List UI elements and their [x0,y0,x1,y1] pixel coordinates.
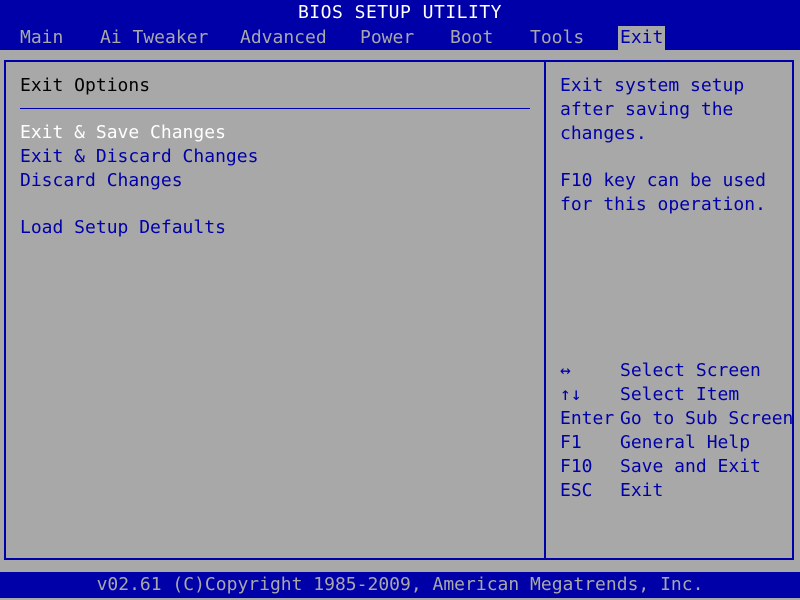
title-bar: BIOS SETUP UTILITY [0,0,800,26]
key-desc-select-screen: Select Screen [620,360,761,381]
key-desc-sub-screen: Go to Sub Screen [620,408,794,429]
key-desc-select-item: Select Item [620,384,740,405]
left-right-arrows-icon: ↔ [560,360,571,381]
tab-power[interactable]: Power [358,26,416,50]
panel-divider [544,60,546,560]
tab-advanced[interactable]: Advanced [238,26,329,50]
tab-tools[interactable]: Tools [528,26,586,50]
menu-item-exit-discard[interactable]: Exit & Discard Changes [20,145,258,169]
tab-boot[interactable]: Boot [448,26,495,50]
help-text: Exit system setup [560,75,745,96]
tab-bar: Main Ai Tweaker Advanced Power Boot Tool… [0,26,800,50]
key-esc: ESC [560,480,593,501]
key-desc-general-help: General Help [620,432,751,453]
up-down-arrows-icon: ↑↓ [560,384,582,405]
menu-item-discard-changes[interactable]: Discard Changes [20,169,183,193]
menu-item-load-defaults[interactable]: Load Setup Defaults [20,216,226,240]
key-desc-save-exit: Save and Exit [620,456,761,477]
tab-exit[interactable]: Exit [618,26,666,50]
tab-main[interactable]: Main [18,26,65,50]
copyright-footer: v02.61 (C)Copyright 1985-2009, American … [0,572,800,598]
menu-item-exit-save[interactable]: Exit & Save Changes [20,121,226,145]
help-text: for this operation. [560,194,766,215]
key-f1: F1 [560,432,582,453]
help-text: after saving the [560,99,734,120]
key-f10: F10 [560,456,593,477]
section-rule [20,108,530,109]
key-desc-exit: Exit [620,480,664,501]
section-title: Exit Options [20,75,151,96]
tab-ai-tweaker[interactable]: Ai Tweaker [98,26,210,50]
key-enter: Enter [560,408,615,429]
help-text: F10 key can be used [560,170,766,191]
help-text: changes. [560,123,647,144]
